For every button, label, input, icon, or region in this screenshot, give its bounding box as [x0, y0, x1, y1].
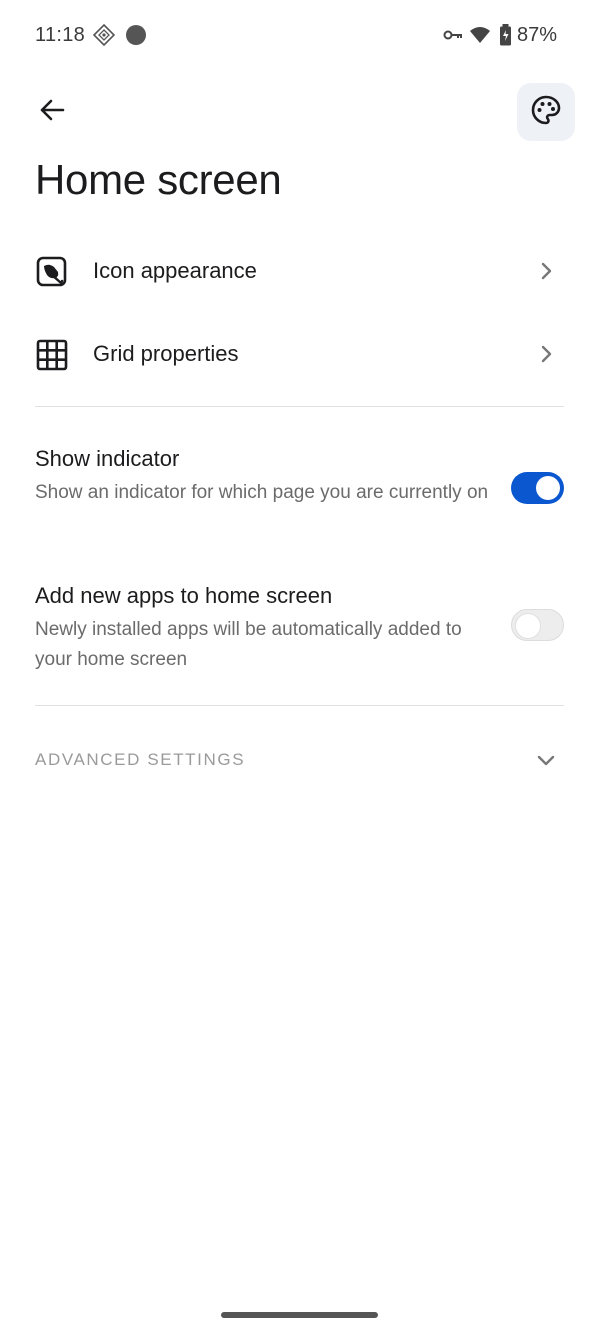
advanced-settings-label: ADVANCED SETTINGS — [35, 750, 246, 769]
add-new-apps-row[interactable]: Add new apps to home screen Newly instal… — [0, 583, 599, 675]
chevron-right-icon — [536, 344, 556, 364]
arrow-back-icon — [39, 97, 65, 128]
show-indicator-row[interactable]: Show indicator Show an indicator for whi… — [0, 446, 599, 538]
grid-properties-label: Grid properties — [93, 341, 239, 366]
icon-appearance-row[interactable]: Icon appearance — [0, 235, 599, 305]
grid-properties-row[interactable]: Grid properties — [0, 318, 599, 388]
show-indicator-subtitle: Show an indicator for which page you are… — [35, 482, 489, 503]
switch-knob — [536, 476, 560, 500]
palette-icon — [530, 94, 562, 131]
wifi-icon — [469, 25, 491, 50]
chevron-down-icon — [536, 750, 556, 770]
vpn-key-icon — [443, 26, 463, 49]
section-divider — [35, 705, 564, 706]
switch-knob — [515, 613, 541, 639]
icon-appearance-label: Icon appearance — [93, 258, 257, 283]
dot-icon — [125, 24, 147, 51]
status-time: 11:18 — [35, 24, 86, 46]
theme-button[interactable] — [517, 83, 575, 141]
add-new-apps-switch[interactable] — [511, 609, 564, 641]
back-button[interactable] — [28, 92, 76, 132]
battery-icon — [499, 24, 512, 51]
show-indicator-title: Show indicator — [35, 446, 180, 471]
section-divider — [35, 406, 564, 407]
show-indicator-switch[interactable] — [511, 472, 564, 504]
gesture-nav-bar[interactable] — [221, 1312, 378, 1318]
page-title: Home screen — [35, 156, 282, 203]
grid-icon — [35, 338, 69, 372]
advanced-settings-header[interactable]: ADVANCED SETTINGS — [0, 740, 599, 780]
icon-appearance-icon — [35, 255, 69, 289]
location-diamond-icon — [92, 23, 116, 51]
status-bar: 11:18 87% — [0, 0, 599, 72]
app-bar — [0, 80, 599, 144]
chevron-right-icon — [536, 261, 556, 281]
add-new-apps-subtitle: Newly installed apps will be automatical… — [35, 619, 462, 670]
add-new-apps-title: Add new apps to home screen — [35, 583, 333, 608]
battery-percentage: 87% — [517, 24, 558, 46]
